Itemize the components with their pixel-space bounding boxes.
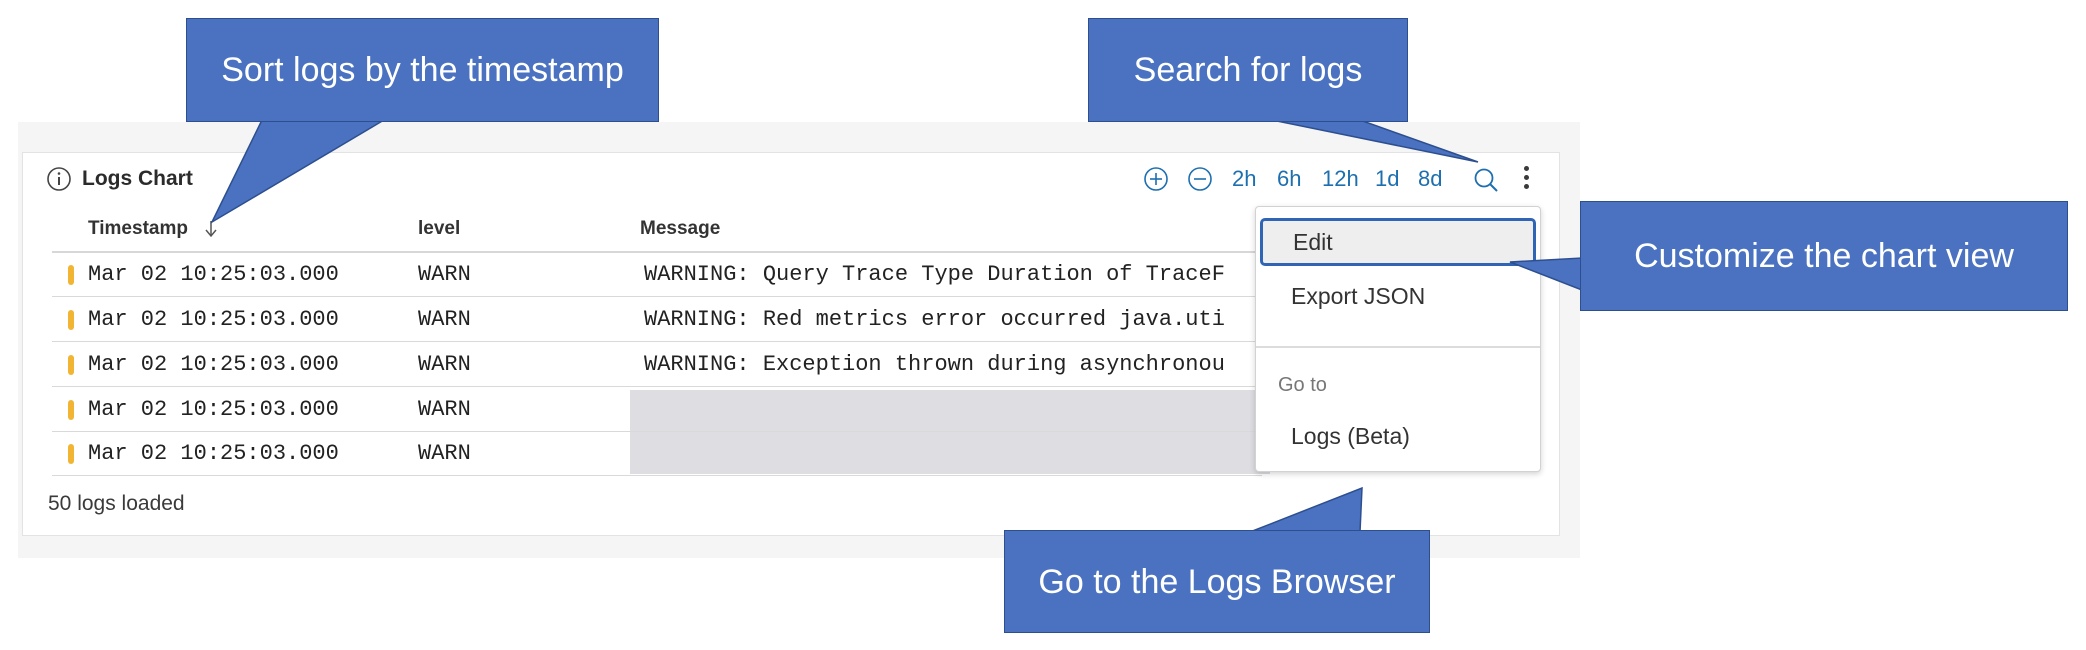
customize-callout: Customize the chart view (1580, 201, 2068, 311)
search-callout: Search for logs (1088, 18, 1408, 122)
browser-callout: Go to the Logs Browser (1004, 530, 1430, 633)
sort-callout: Sort logs by the timestamp (186, 18, 659, 122)
browser-callout-pointer (1249, 486, 1363, 533)
sort-callout-pointer (210, 119, 387, 224)
customize-callout-pointer (1509, 257, 1583, 292)
search-callout-pointer (1271, 119, 1479, 163)
